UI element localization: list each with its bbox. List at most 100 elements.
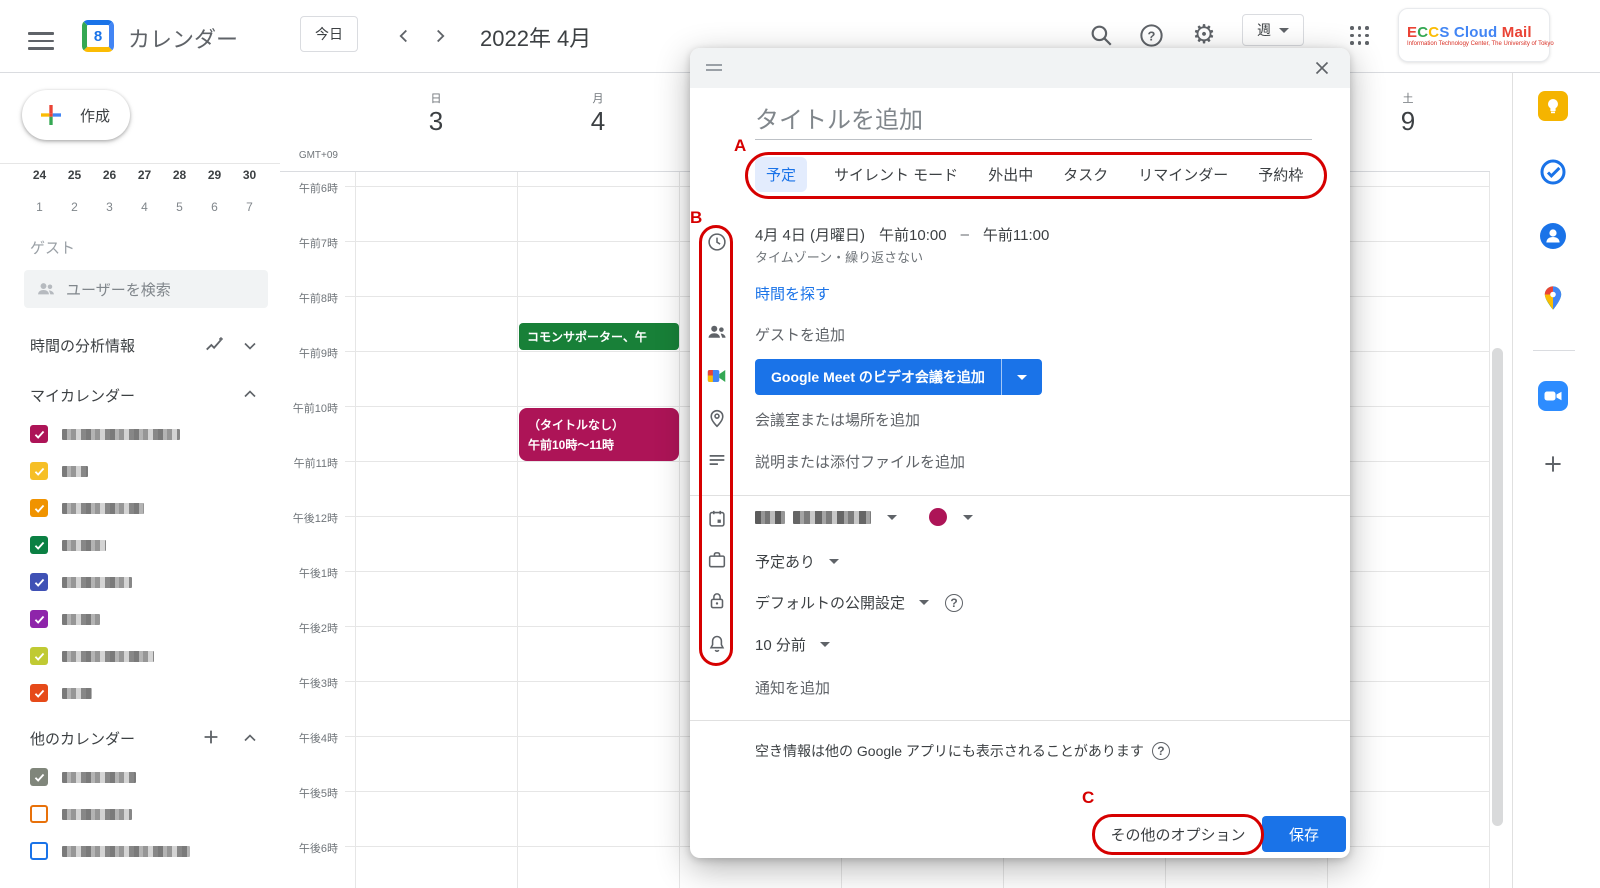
calendar-checkbox[interactable] xyxy=(30,842,48,860)
timezone-recurrence-row[interactable]: タイムゾーン・繰り返さない xyxy=(755,247,923,266)
add-guests-field[interactable]: ゲストを追加 xyxy=(755,324,845,345)
mini-calendar-day[interactable]: 4 xyxy=(127,200,162,214)
calendar-checkbox[interactable] xyxy=(30,462,48,480)
my-calendars-collapse-icon[interactable] xyxy=(240,384,260,404)
app-title: カレンダー xyxy=(128,22,238,54)
calendar-checkbox[interactable] xyxy=(30,684,48,702)
settings-gear-icon[interactable]: ⚙ xyxy=(1188,18,1220,50)
zoom-icon[interactable] xyxy=(1537,380,1569,412)
visibility-selector[interactable]: デフォルトの公開設定 ? xyxy=(755,592,963,613)
calendar-checkbox[interactable] xyxy=(30,647,48,665)
event-common-supporter[interactable]: コモンサポーター、午 xyxy=(519,323,679,350)
contacts-icon[interactable] xyxy=(1537,220,1569,252)
mini-calendar-day[interactable]: 28 xyxy=(162,168,197,182)
day-number[interactable]: 9 xyxy=(1378,106,1438,137)
add-location-field[interactable]: 会議室または場所を追加 xyxy=(755,409,920,430)
busy-status-selector[interactable]: 予定あり xyxy=(755,551,839,572)
day-name: 日 xyxy=(406,90,466,106)
other-calendar-row[interactable] xyxy=(30,767,136,787)
view-selector[interactable]: 週 xyxy=(1242,14,1304,46)
my-calendar-row[interactable] xyxy=(30,535,106,555)
find-time-link[interactable]: 時間を探す xyxy=(755,283,830,304)
close-icon[interactable] xyxy=(1308,54,1336,82)
mini-calendar-day[interactable]: 2 xyxy=(57,200,92,214)
insights-chevron-down-icon[interactable] xyxy=(240,336,260,356)
add-other-calendar-icon[interactable] xyxy=(200,726,222,748)
meet-dropdown[interactable] xyxy=(1002,359,1042,395)
footer-help-icon[interactable]: ? xyxy=(1152,742,1170,760)
create-button[interactable]: 作成 xyxy=(22,90,130,140)
calendar-name-redacted xyxy=(62,577,132,588)
save-button[interactable]: 保存 xyxy=(1262,816,1346,852)
calendar-checkbox[interactable] xyxy=(30,805,48,823)
calendar-checkbox[interactable] xyxy=(30,425,48,443)
my-calendar-row[interactable] xyxy=(30,461,88,481)
mini-calendar-day[interactable]: 29 xyxy=(197,168,232,182)
calendar-checkbox[interactable] xyxy=(30,573,48,591)
account-name: ECCS Cloud Mail xyxy=(1407,24,1554,41)
mini-calendar-week-row[interactable]: 1234567 xyxy=(22,200,268,214)
today-button[interactable]: 今日 xyxy=(300,16,358,52)
my-calendar-row[interactable] xyxy=(30,572,132,592)
day-number[interactable]: 4 xyxy=(568,106,628,137)
event-date[interactable]: 4月 4日 (月曜日) xyxy=(755,224,865,245)
main-menu-button[interactable] xyxy=(28,27,54,55)
add-notification-link[interactable]: 通知を追加 xyxy=(755,677,830,698)
notification-selector[interactable]: 10 分前 xyxy=(755,634,830,655)
calendar-checkbox[interactable] xyxy=(30,610,48,628)
my-calendar-row[interactable] xyxy=(30,609,100,629)
add-meet-button[interactable]: Google Meet のビデオ会議を追加 xyxy=(755,359,1042,395)
mini-calendar-day[interactable]: 27 xyxy=(127,168,162,182)
account-card[interactable]: ECCS Cloud Mail Information Technology C… xyxy=(1398,8,1550,62)
next-week-icon[interactable] xyxy=(426,22,454,50)
start-time[interactable]: 午前10:00 xyxy=(879,224,947,245)
add-description-field[interactable]: 説明または添付ファイルを追加 xyxy=(755,451,965,472)
vertical-scrollbar[interactable] xyxy=(1492,348,1503,826)
guest-search-input[interactable]: ユーザーを検索 xyxy=(24,270,268,308)
calendar-logo-icon[interactable]: 8 xyxy=(82,20,114,52)
keep-icon[interactable] xyxy=(1537,90,1569,122)
chevron-down-icon[interactable] xyxy=(887,515,897,520)
event-untitled[interactable]: （タイトルなし） 午前10時〜11時 xyxy=(519,408,679,461)
calendar-checkbox[interactable] xyxy=(30,536,48,554)
drag-handle-icon[interactable] xyxy=(706,61,722,74)
search-icon[interactable] xyxy=(1086,20,1116,50)
other-calendar-row[interactable] xyxy=(30,841,190,861)
apps-grid-icon[interactable] xyxy=(1350,26,1368,44)
datetime-row[interactable]: 4月 4日 (月曜日) 午前10:00 – 午前11:00 xyxy=(755,224,1049,245)
mini-calendar-day[interactable]: 1 xyxy=(22,200,57,214)
insights-label: 時間の分析情報 xyxy=(30,335,135,356)
get-add-ons-icon[interactable] xyxy=(1537,448,1569,480)
tasks-icon[interactable] xyxy=(1537,156,1569,188)
day-number[interactable]: 3 xyxy=(406,106,466,137)
prev-week-icon[interactable] xyxy=(390,22,418,50)
mini-calendar-day[interactable]: 7 xyxy=(232,200,267,214)
chevron-down-icon[interactable] xyxy=(963,515,973,520)
calendar-checkbox[interactable] xyxy=(30,499,48,517)
event-title-input[interactable]: タイトルを追加 xyxy=(755,100,923,135)
mini-calendar-week-row[interactable]: 24252627282930 xyxy=(22,168,268,182)
mini-calendar-day[interactable]: 24 xyxy=(22,168,57,182)
dialog-drag-bar[interactable] xyxy=(690,48,1350,88)
my-calendar-row[interactable] xyxy=(30,683,92,703)
mini-calendar-day[interactable]: 5 xyxy=(162,200,197,214)
visibility-help-icon[interactable]: ? xyxy=(945,594,963,612)
other-calendar-row[interactable] xyxy=(30,804,132,824)
calendar-owner-row[interactable] xyxy=(755,508,973,526)
my-calendar-row[interactable] xyxy=(30,498,144,518)
help-icon[interactable]: ? xyxy=(1136,20,1166,50)
maps-icon[interactable] xyxy=(1537,282,1569,314)
current-date-range[interactable]: 2022年 4月 xyxy=(480,21,591,53)
mini-calendar-day[interactable]: 26 xyxy=(92,168,127,182)
mini-calendar-day[interactable]: 25 xyxy=(57,168,92,182)
other-calendars-collapse-icon[interactable] xyxy=(240,728,260,748)
mini-calendar-day[interactable]: 6 xyxy=(197,200,232,214)
calendar-color-dot[interactable] xyxy=(929,508,947,526)
end-time[interactable]: 午前11:00 xyxy=(983,224,1049,245)
calendar-checkbox[interactable] xyxy=(30,768,48,786)
mini-calendar-day[interactable]: 30 xyxy=(232,168,267,182)
other-calendars-label: 他のカレンダー xyxy=(30,728,135,749)
my-calendar-row[interactable] xyxy=(30,424,180,444)
mini-calendar-day[interactable]: 3 xyxy=(92,200,127,214)
my-calendar-row[interactable] xyxy=(30,646,154,666)
